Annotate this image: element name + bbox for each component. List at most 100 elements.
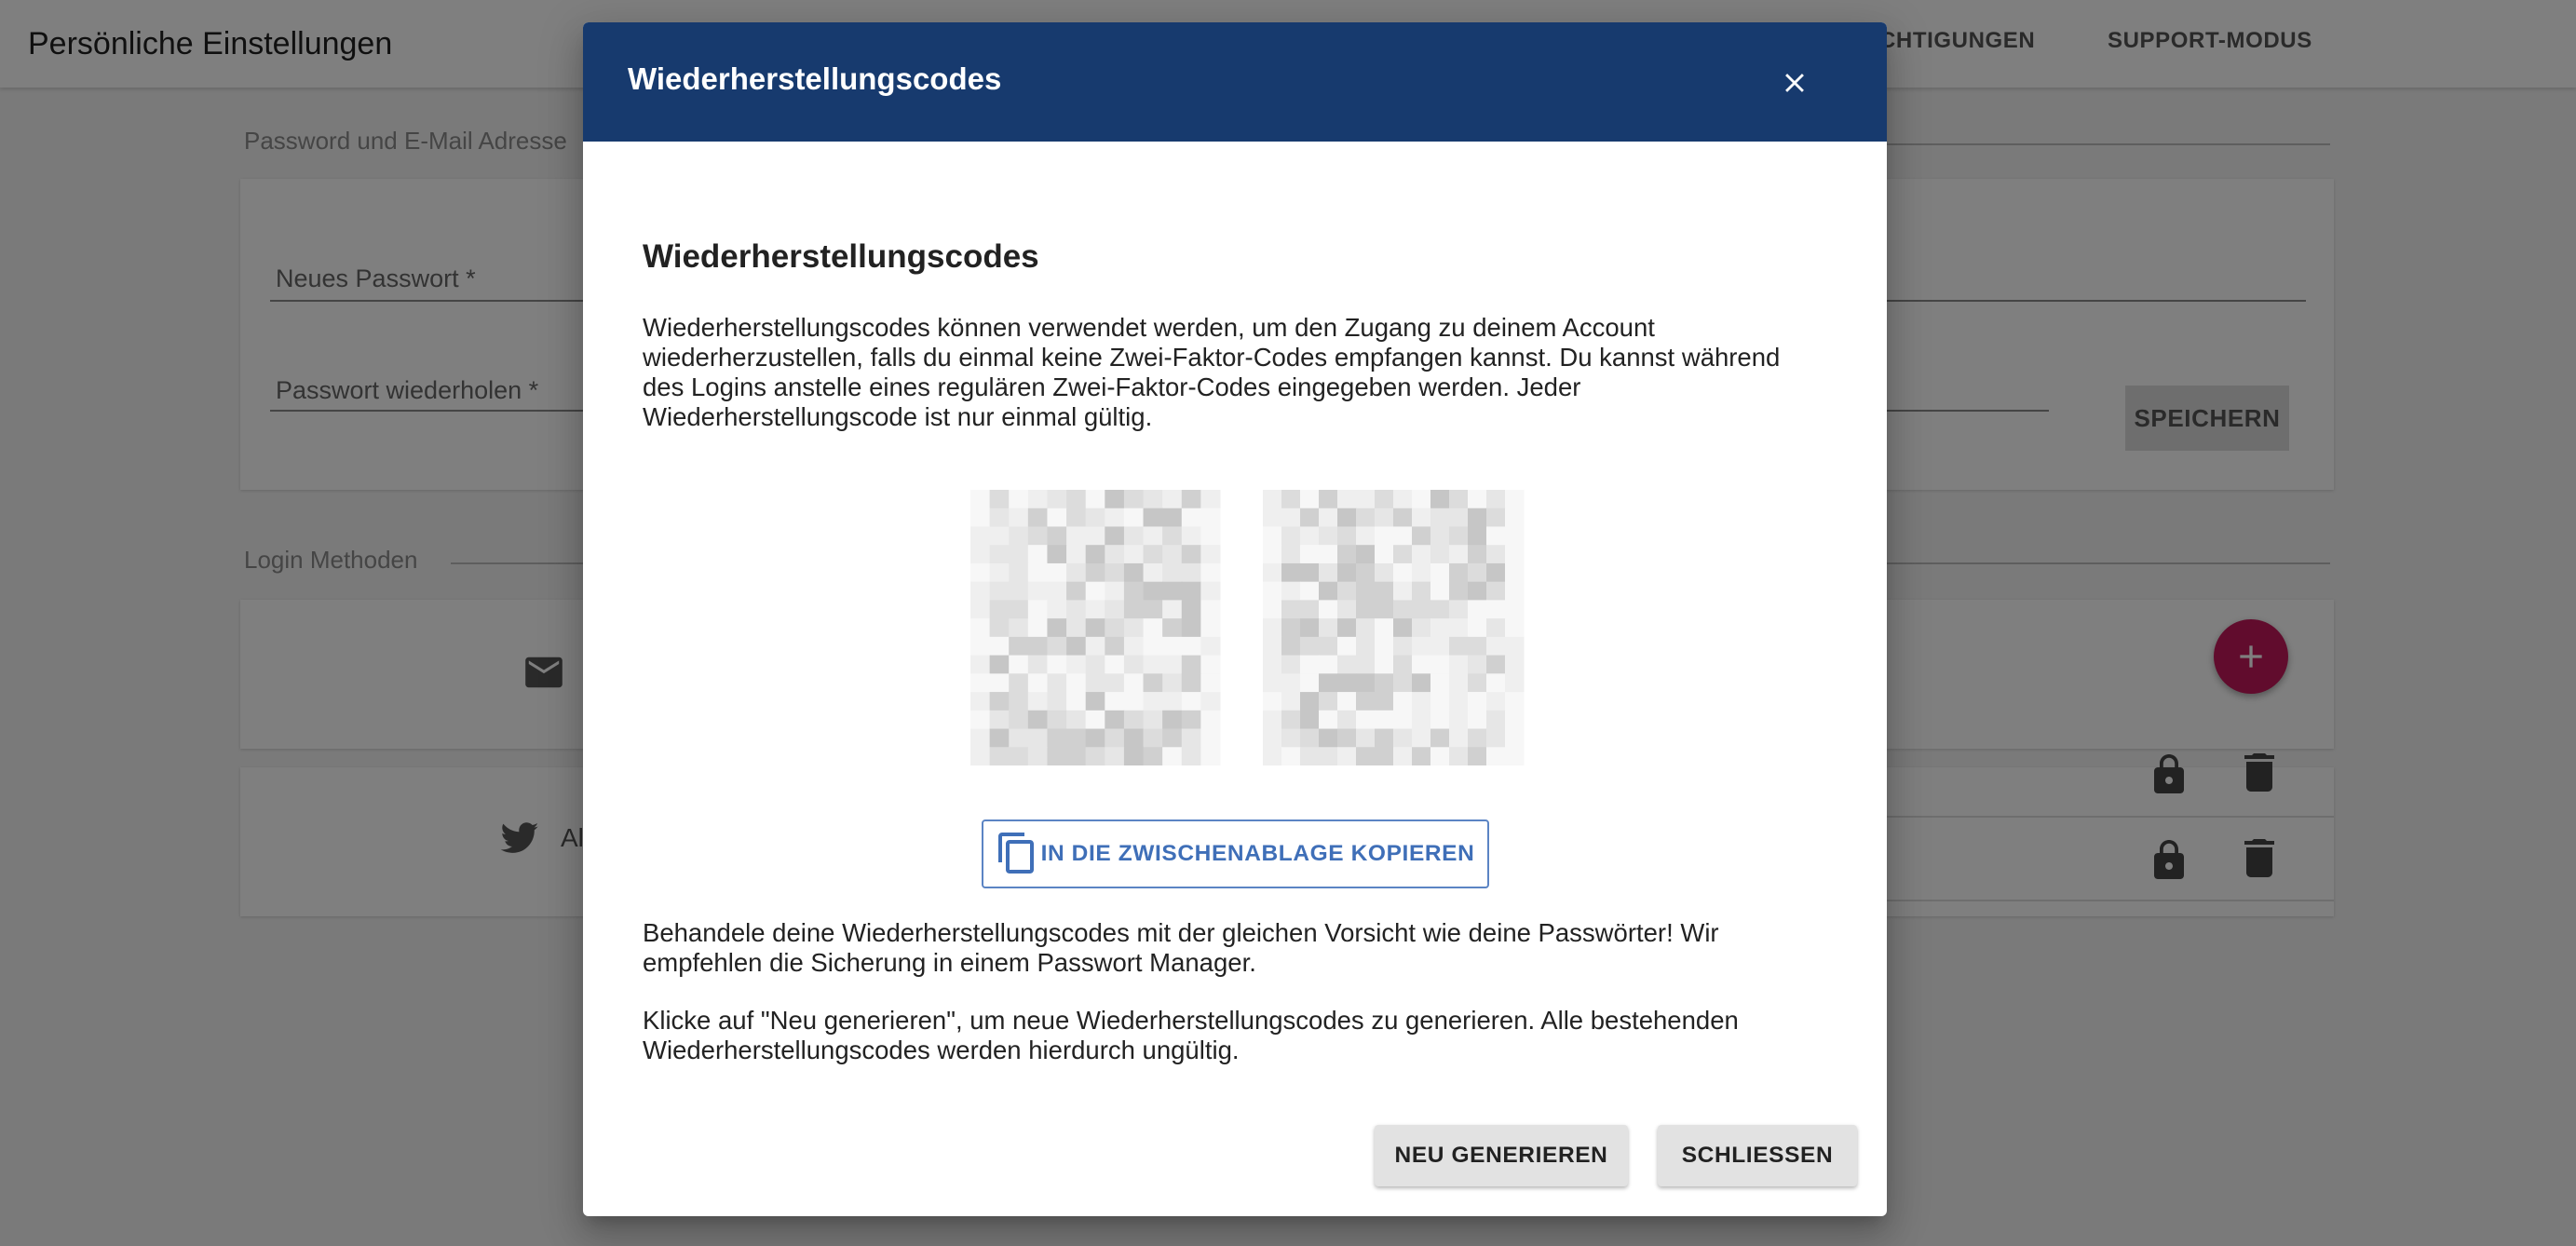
code-pixel (1300, 673, 1320, 693)
code-pixel (1027, 728, 1048, 748)
code-pixel (1319, 526, 1338, 546)
code-pixel (989, 562, 1010, 583)
code-pixel (1337, 600, 1357, 619)
code-pixel (1105, 636, 1125, 657)
code-pixel (1027, 618, 1048, 638)
code-pixel (1356, 636, 1376, 657)
code-pixel (1319, 618, 1338, 638)
code-pixel (1393, 490, 1413, 509)
code-pixel (1047, 710, 1067, 730)
code-pixel (1375, 526, 1394, 546)
code-pixel (1356, 710, 1376, 730)
code-pixel (1393, 581, 1413, 601)
code-pixel (1047, 673, 1067, 693)
code-pixel (1356, 562, 1376, 583)
code-pixel (1449, 618, 1469, 638)
code-pixel (1263, 673, 1282, 693)
code-pixel (1486, 728, 1506, 748)
code-pixel (1505, 728, 1525, 748)
code-pixel (1430, 673, 1450, 693)
code-pixel (989, 636, 1010, 657)
code-pixel (1200, 526, 1221, 546)
code-pixel (1430, 728, 1450, 748)
code-pixel (1200, 692, 1221, 711)
settings-page: Persönliche Einstellungen CHTIGUNGEN SUP… (0, 0, 2576, 1246)
code-pixel (989, 728, 1010, 748)
code-pixel (1047, 545, 1067, 564)
code-pixel (1263, 655, 1282, 674)
regenerate-button[interactable]: NEU GENERIEREN (1375, 1125, 1628, 1186)
code-pixel (1027, 526, 1048, 546)
close-button[interactable] (1773, 61, 1816, 104)
code-pixel (1047, 636, 1067, 657)
code-pixel (1066, 747, 1087, 765)
intro-text: Wiederherstellungscodes können verwendet… (643, 313, 1818, 432)
code-pixel (1009, 636, 1029, 657)
code-pixel (1412, 508, 1431, 527)
code-pixel (1412, 728, 1431, 748)
code-pixel (1200, 655, 1221, 674)
code-pixel (1085, 490, 1105, 509)
code-pixel (989, 692, 1010, 711)
code-pixel (970, 490, 991, 509)
dialog-header: Wiederherstellungscodes (583, 22, 1887, 142)
close-dialog-button[interactable]: SCHLIESSEN (1658, 1125, 1857, 1186)
code-pixel (1319, 747, 1338, 765)
code-pixel (1085, 562, 1105, 583)
code-pixel (1337, 747, 1357, 765)
copy-to-clipboard-button[interactable]: IN DIE ZWISCHENABLAGE KOPIEREN (982, 819, 1489, 888)
code-pixel (1162, 747, 1183, 765)
code-pixel (1505, 747, 1525, 765)
code-pixel (1319, 728, 1338, 748)
code-pixel (1486, 655, 1506, 674)
code-pixel (989, 490, 1010, 509)
code-pixel (1300, 747, 1320, 765)
code-pixel (1027, 508, 1048, 527)
code-pixel (1105, 508, 1125, 527)
code-pixel (1449, 490, 1469, 509)
code-pixel (1085, 508, 1105, 527)
code-pixel (1300, 508, 1320, 527)
warning-line: Behandele deine Wiederherstellungscodes … (643, 918, 1719, 947)
code-pixel (1393, 728, 1413, 748)
code-pixel (1486, 710, 1506, 730)
code-pixel (970, 618, 991, 638)
code-pixel (1505, 636, 1525, 657)
code-pixel (1375, 692, 1394, 711)
code-pixel (1263, 747, 1282, 765)
code-pixel (970, 581, 991, 601)
code-pixel (1486, 600, 1506, 619)
code-pixel (1123, 490, 1145, 509)
code-pixel (1468, 526, 1487, 546)
code-pixel (1430, 747, 1450, 765)
code-pixel (1337, 728, 1357, 748)
code-pixel (1200, 618, 1221, 638)
code-pixel (1449, 526, 1469, 546)
code-pixel (1356, 673, 1376, 693)
code-pixel (1449, 673, 1469, 693)
code-pixel (1105, 526, 1125, 546)
code-pixel (1085, 545, 1105, 564)
code-pixel (1337, 562, 1357, 583)
code-pixel (1066, 710, 1087, 730)
code-pixel (1085, 673, 1105, 693)
code-pixel (1047, 600, 1067, 619)
code-pixel (970, 747, 991, 765)
code-pixel (1468, 673, 1487, 693)
code-pixel (1393, 710, 1413, 730)
code-pixel (1009, 692, 1029, 711)
code-pixel (1412, 545, 1431, 564)
code-pixel (1162, 581, 1183, 601)
code-pixel (1009, 562, 1029, 583)
code-pixel (970, 636, 991, 657)
code-pixel (1505, 562, 1525, 583)
code-pixel (1009, 673, 1029, 693)
code-pixel (1181, 490, 1201, 509)
code-pixel (1162, 655, 1183, 674)
code-pixel (1105, 581, 1125, 601)
code-pixel (1009, 618, 1029, 638)
code-pixel (1123, 636, 1145, 657)
code-pixel (1263, 562, 1282, 583)
code-pixel (1319, 562, 1338, 583)
code-pixel (1486, 692, 1506, 711)
